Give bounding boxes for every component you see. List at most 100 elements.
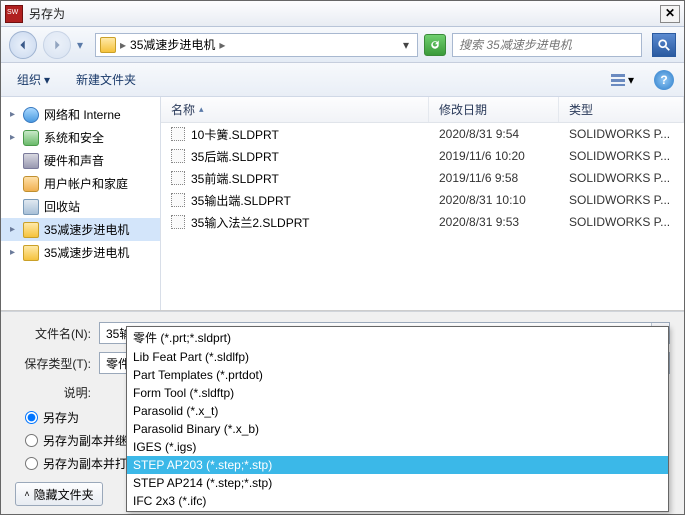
column-type[interactable]: 类型 [559, 97, 684, 122]
help-button[interactable]: ? [654, 70, 674, 90]
filetype-option[interactable]: IFC 2x3 (*.ifc) [127, 492, 668, 510]
nav-back-button[interactable] [9, 31, 37, 59]
ico-recycle-icon [23, 199, 39, 215]
expander-icon[interactable]: ▸ [7, 247, 18, 258]
column-date[interactable]: 修改日期 [429, 97, 559, 122]
folder-icon [100, 37, 116, 53]
filetype-option[interactable]: Form Tool (*.sldftp) [127, 384, 668, 402]
chevron-down-icon: ▾ [44, 73, 50, 87]
nav-history-dropdown[interactable]: ▾ [77, 38, 89, 52]
sort-asc-icon: ▴ [199, 104, 204, 115]
chevron-right-icon[interactable]: ▸ [219, 38, 225, 52]
file-type: SOLIDWORKS P... [559, 171, 684, 185]
file-type: SOLIDWORKS P... [559, 149, 684, 163]
search-icon [657, 38, 671, 52]
filename-label: 文件名(N): [15, 325, 91, 342]
address-bar[interactable]: ▸ 35减速步进电机 ▸ ▾ [95, 33, 418, 57]
file-list[interactable]: 10卡簧.SLDPRT 2020/8/31 9:54 SOLIDWORKS P.… [161, 123, 684, 310]
expander-icon[interactable] [7, 201, 18, 212]
search-button[interactable] [652, 33, 676, 57]
expander-icon[interactable]: ▸ [7, 132, 18, 143]
file-row[interactable]: 35前端.SLDPRT 2019/11/6 9:58 SOLIDWORKS P.… [161, 167, 684, 189]
file-date: 2019/11/6 9:58 [429, 171, 559, 185]
description-label: 说明: [15, 382, 91, 401]
ico-sys-icon [23, 130, 39, 146]
file-name: 10卡簧.SLDPRT [191, 126, 279, 143]
tree-item[interactable]: 回收站 [1, 195, 160, 218]
chevron-down-icon: ▾ [628, 73, 634, 87]
close-button[interactable]: ✕ [660, 5, 680, 23]
filetype-option[interactable]: Parasolid (*.x_t) [127, 402, 668, 420]
file-row[interactable]: 35输出端.SLDPRT 2020/8/31 10:10 SOLIDWORKS … [161, 189, 684, 211]
file-date: 2019/11/6 10:20 [429, 149, 559, 163]
search-box[interactable] [452, 33, 642, 57]
tree-item[interactable]: 用户帐户和家庭 [1, 172, 160, 195]
file-date: 2020/8/31 9:53 [429, 215, 559, 229]
hide-folders-button[interactable]: ˄ 隐藏文件夹 [15, 482, 103, 506]
file-row[interactable]: 35输入法兰2.SLDPRT 2020/8/31 9:53 SOLIDWORKS… [161, 211, 684, 233]
filetype-option[interactable]: IGES (*.igs) [127, 438, 668, 456]
file-name: 35输入法兰2.SLDPRT [191, 214, 309, 231]
toolbar: 组织▾ 新建文件夹 ▾ ? [1, 63, 684, 97]
navbar: ▾ ▸ 35减速步进电机 ▸ ▾ [1, 27, 684, 63]
address-dropdown[interactable]: ▾ [399, 38, 413, 52]
file-type: SOLIDWORKS P... [559, 193, 684, 207]
part-file-icon [171, 171, 185, 185]
ico-hw-icon [23, 153, 39, 169]
tree-item[interactable]: ▸ 35减速步进电机 [1, 241, 160, 264]
column-name[interactable]: 名称▴ [161, 97, 429, 122]
expander-icon[interactable] [7, 155, 18, 166]
nav-forward-button[interactable] [43, 31, 71, 59]
tree-item[interactable]: 硬件和声音 [1, 149, 160, 172]
tree-item[interactable]: ▸ 系统和安全 [1, 126, 160, 149]
file-type: SOLIDWORKS P... [559, 127, 684, 141]
view-mode-button[interactable]: ▾ [604, 69, 640, 91]
file-name: 35前端.SLDPRT [191, 170, 279, 187]
ico-net-icon [23, 107, 39, 123]
refresh-icon [429, 39, 441, 51]
column-headers: 名称▴ 修改日期 类型 [161, 97, 684, 123]
part-file-icon [171, 193, 185, 207]
tree-item-label: 硬件和声音 [44, 152, 104, 169]
tree-item-label: 网络和 Interne [44, 106, 121, 123]
file-row[interactable]: 10卡簧.SLDPRT 2020/8/31 9:54 SOLIDWORKS P.… [161, 123, 684, 145]
part-file-icon [171, 215, 185, 229]
expander-icon[interactable]: ▸ [7, 224, 18, 235]
path-separator-icon: ▸ [120, 38, 126, 52]
file-pane: 名称▴ 修改日期 类型 10卡簧.SLDPRT 2020/8/31 9:54 S… [161, 97, 684, 310]
filetype-option[interactable]: Lib Feat Part (*.sldlfp) [127, 348, 668, 366]
ico-folder-icon [23, 222, 39, 238]
filetype-option[interactable]: STEP AP214 (*.step;*.stp) [127, 474, 668, 492]
filetype-label: 保存类型(T): [15, 355, 91, 372]
filetype-option[interactable]: 零件 (*.prt;*.sldprt) [127, 327, 668, 348]
window-title: 另存为 [29, 5, 660, 22]
tree-item-label: 35减速步进电机 [44, 221, 129, 238]
main-area: ▸ 网络和 Interne▸ 系统和安全 硬件和声音 用户帐户和家庭 回收站▸ … [1, 97, 684, 311]
file-type: SOLIDWORKS P... [559, 215, 684, 229]
filetype-option[interactable]: Parasolid Binary (*.x_b) [127, 420, 668, 438]
tree-item-label: 用户帐户和家庭 [44, 175, 128, 192]
path-segment[interactable]: 35减速步进电机 [130, 36, 215, 53]
expander-icon[interactable]: ▸ [7, 109, 18, 120]
tree-item-label: 回收站 [44, 198, 80, 215]
ico-user-icon [23, 176, 39, 192]
save-as-dialog: 另存为 ✕ ▾ ▸ 35减速步进电机 ▸ ▾ 组织▾ [0, 0, 685, 515]
folder-tree[interactable]: ▸ 网络和 Interne▸ 系统和安全 硬件和声音 用户帐户和家庭 回收站▸ … [1, 97, 161, 310]
ico-folder-icon [23, 245, 39, 261]
arrow-left-icon [16, 38, 30, 52]
tree-item[interactable]: ▸ 网络和 Interne [1, 103, 160, 126]
organize-button[interactable]: 组织▾ [11, 67, 56, 92]
filetype-option[interactable]: Part Templates (*.prtdot) [127, 366, 668, 384]
refresh-button[interactable] [424, 34, 446, 56]
tree-item[interactable]: ▸ 35减速步进电机 [1, 218, 160, 241]
new-folder-button[interactable]: 新建文件夹 [70, 67, 142, 92]
file-name: 35后端.SLDPRT [191, 148, 279, 165]
titlebar: 另存为 ✕ [1, 1, 684, 27]
file-name: 35输出端.SLDPRT [191, 192, 291, 209]
file-row[interactable]: 35后端.SLDPRT 2019/11/6 10:20 SOLIDWORKS P… [161, 145, 684, 167]
expander-icon[interactable] [7, 178, 18, 189]
search-input[interactable] [453, 38, 641, 52]
filetype-option[interactable]: STEP AP203 (*.step;*.stp) [127, 456, 668, 474]
filetype-option[interactable]: IFC 4 (*.ifc) [127, 510, 668, 512]
filetype-dropdown-list[interactable]: 零件 (*.prt;*.sldprt)Lib Feat Part (*.sldl… [126, 326, 669, 512]
